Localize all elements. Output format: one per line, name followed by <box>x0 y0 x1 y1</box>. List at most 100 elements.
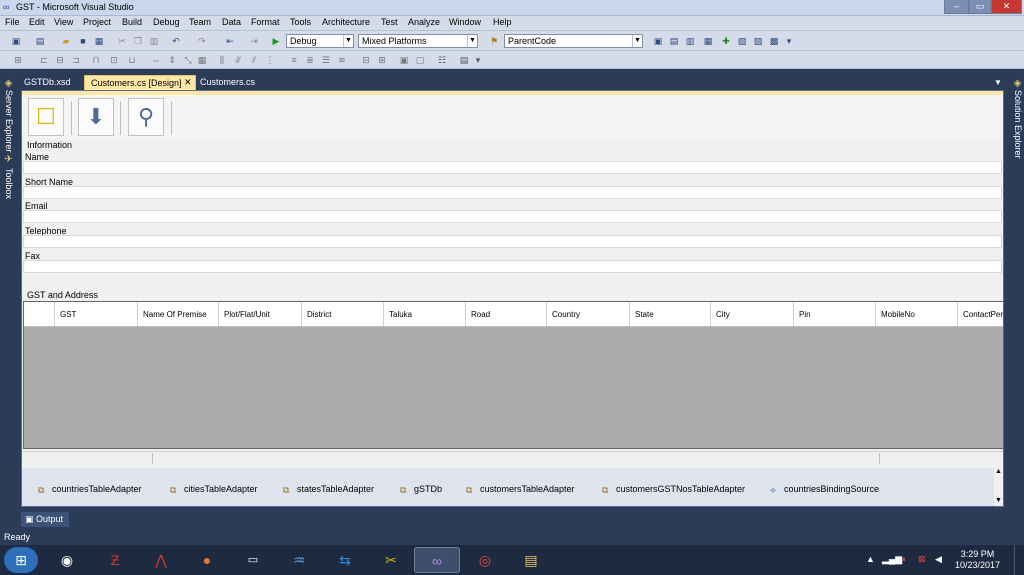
save-record-icon[interactable]: ⬇ <box>78 98 114 136</box>
align-rights-icon[interactable]: ⊐ <box>70 54 82 66</box>
taskbar-chrome-icon[interactable]: ◎ <box>462 547 508 573</box>
component-countries-table-adapter[interactable]: ⧉ countriesTableAdapter <box>38 484 142 496</box>
find-combo[interactable]: ParentCode ▼ <box>504 34 643 48</box>
tray-signal-icon[interactable]: ▂▄▆ <box>882 554 902 565</box>
menu-edit[interactable]: Edit <box>29 17 45 27</box>
copy-icon[interactable]: ❐ <box>132 35 144 47</box>
solution-explorer-icon[interactable]: ▣ <box>652 35 664 47</box>
tab-list-dropdown-icon[interactable]: ▼ <box>994 78 1002 87</box>
column-header-plot-flat-unit[interactable]: Plot/Flat/Unit <box>218 302 301 326</box>
component-states-table-adapter[interactable]: ⧉ statesTableAdapter <box>283 484 374 496</box>
add-item-icon[interactable]: ▤ <box>34 35 46 47</box>
increase-horizontal-spacing-icon[interactable]: ⫻ <box>232 54 244 66</box>
taskbar-mysql-icon[interactable]: ♒ <box>276 547 322 573</box>
find-icon[interactable]: ⚑ <box>488 35 500 47</box>
tray-network-icon[interactable]: ⊠ <box>918 554 926 565</box>
menu-debug[interactable]: Debug <box>153 17 180 27</box>
undo-icon[interactable]: ↶ <box>170 35 182 47</box>
short-name-field[interactable] <box>23 186 1002 199</box>
column-header-country[interactable]: Country <box>546 302 629 326</box>
column-header-road[interactable]: Road <box>465 302 546 326</box>
server-explorer-tab[interactable]: Server Explorer <box>0 90 14 153</box>
menu-tools[interactable]: Tools <box>290 17 311 27</box>
command-window-icon[interactable]: ▨ <box>752 35 764 47</box>
horizontal-spacing-icon[interactable]: ⫼ <box>216 54 228 66</box>
taskbar-clock[interactable]: 3:29 PM 10/23/2017 <box>955 549 1000 571</box>
toolbox-icon[interactable]: ▦ <box>702 35 714 47</box>
menu-architecture[interactable]: Architecture <box>322 17 370 27</box>
find-record-icon[interactable]: ⚲ <box>128 98 164 136</box>
component-customers-table-adapter[interactable]: ⧉ customersTableAdapter <box>466 484 575 496</box>
vertical-spacing-icon[interactable]: ≡ <box>288 54 300 66</box>
column-header-state[interactable]: State <box>629 302 710 326</box>
taskbar-explorer-icon[interactable]: ▤ <box>508 547 554 573</box>
align-middles-icon[interactable]: ⊡ <box>108 54 120 66</box>
tray-scrollbar[interactable]: ▲ ▼ <box>994 468 1003 506</box>
tray-volume-icon[interactable]: ◀ <box>935 554 942 565</box>
taskbar-visual-studio-icon[interactable]: ∞ <box>414 547 460 573</box>
column-header-mobileno[interactable]: MobileNo <box>875 302 957 326</box>
taskbar-eclipse-icon[interactable]: ◉ <box>44 547 90 573</box>
scroll-up-icon[interactable]: ▲ <box>995 468 1002 475</box>
make-same-height-icon[interactable]: ⇕ <box>166 54 178 66</box>
properties-icon[interactable]: ▤ <box>668 35 680 47</box>
column-header-taluka[interactable]: Taluka <box>383 302 465 326</box>
toolbox-tab[interactable]: Toolbox <box>0 168 14 199</box>
remove-vertical-spacing-icon[interactable]: ≋ <box>336 54 348 66</box>
menu-view[interactable]: View <box>54 17 73 27</box>
solution-explorer-tab[interactable]: Solution Explorer <box>1009 90 1023 159</box>
menu-analyze[interactable]: Analyze <box>408 17 440 27</box>
tab-order-icon[interactable]: ☷ <box>436 54 448 66</box>
component-gstdb[interactable]: ⧉ gSTDb <box>400 484 442 496</box>
tab-customers-design[interactable]: Customers.cs [Design] <box>84 75 196 90</box>
window-layout-icon[interactable]: ▩ <box>768 35 780 47</box>
align-grid-icon[interactable]: ⊞ <box>12 54 24 66</box>
close-tab-icon[interactable]: ✕ <box>184 77 192 88</box>
navigate-backward-icon[interactable]: ⇤ <box>224 35 236 47</box>
save-icon[interactable]: ■ <box>77 35 89 47</box>
menu-window[interactable]: Window <box>449 17 481 27</box>
menu-data[interactable]: Data <box>222 17 241 27</box>
menu-build[interactable]: Build <box>122 17 142 27</box>
taskbar-filezilla-icon[interactable]: Ƶ <box>92 547 138 573</box>
menu-file[interactable]: File <box>5 17 20 27</box>
tab-gstdb-xsd[interactable]: GSTDb.xsd <box>18 75 77 90</box>
column-header-city[interactable]: City <box>710 302 793 326</box>
tab-customers-cs[interactable]: Customers.cs <box>194 75 261 90</box>
solution-configuration-dropdown[interactable]: Debug ▼ <box>286 34 354 48</box>
taskbar-tools-icon[interactable]: ✂ <box>368 547 414 573</box>
decrease-vertical-spacing-icon[interactable]: ☰ <box>320 54 332 66</box>
decrease-horizontal-spacing-icon[interactable]: ⫽ <box>248 54 260 66</box>
column-header-name-of-premise[interactable]: Name Of Premise <box>137 302 218 326</box>
taskbar-firefox-icon[interactable]: ● <box>184 547 230 573</box>
component-cities-table-adapter[interactable]: ⧉ citiesTableAdapter <box>170 484 258 496</box>
taskbar-acrobat-icon[interactable]: ⋀ <box>138 547 184 573</box>
taskbar-teamviewer-icon[interactable]: ⇆ <box>322 547 368 573</box>
paste-icon[interactable]: ▥ <box>148 35 160 47</box>
start-page-icon[interactable]: ▧ <box>736 35 748 47</box>
start-debugging-icon[interactable]: ▶ <box>270 35 282 47</box>
menu-format[interactable]: Format <box>251 17 280 27</box>
navigate-forward-icon[interactable]: ⇥ <box>248 35 260 47</box>
gst-address-grid[interactable]: GST Name Of Premise Plot/Flat/Unit Distr… <box>23 301 1004 449</box>
extension-manager-icon[interactable]: ✚ <box>720 35 732 47</box>
column-header-contactperson[interactable]: ContactPers <box>957 302 1003 326</box>
object-browser-icon[interactable]: ▥ <box>684 35 696 47</box>
make-same-size-icon[interactable]: ⤡ <box>182 54 194 66</box>
new-record-icon[interactable]: ☐ <box>28 98 64 136</box>
show-desktop-button[interactable] <box>1014 545 1024 575</box>
taskbar-command-prompt-icon[interactable]: ▭ <box>230 547 276 573</box>
size-to-grid-icon[interactable]: ▦ <box>196 54 208 66</box>
menu-test[interactable]: Test <box>381 17 398 27</box>
column-header-district[interactable]: District <box>301 302 383 326</box>
component-customers-gstnos-table-adapter[interactable]: ⧉ customersGSTNosTableAdapter <box>602 484 745 496</box>
remove-horizontal-spacing-icon[interactable]: ⋮ <box>264 54 276 66</box>
minimize-button[interactable]: – <box>944 0 969 14</box>
name-field[interactable] <box>23 161 1002 174</box>
center-horizontally-icon[interactable]: ⊟ <box>360 54 372 66</box>
column-header-pin[interactable]: Pin <box>793 302 875 326</box>
make-same-width-icon[interactable]: ⇔ <box>150 54 162 66</box>
new-project-icon[interactable]: ▣ <box>10 35 22 47</box>
save-all-icon[interactable]: ▦ <box>93 35 105 47</box>
align-bottoms-icon[interactable]: ⊔ <box>126 54 138 66</box>
